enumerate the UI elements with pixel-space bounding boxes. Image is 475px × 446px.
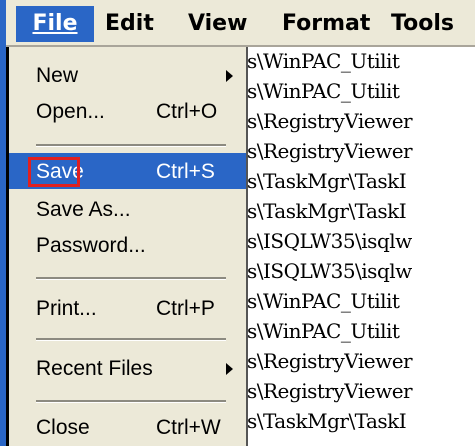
menu-item-save[interactable]: Save Ctrl+S xyxy=(9,153,246,189)
file-menu-dropdown: New Open... Ctrl+O Save Ctrl+S Save As..… xyxy=(6,47,248,446)
document-content[interactable]: s\WinPAC_Utilit s\WinPAC_Utilit s\Regist… xyxy=(247,47,475,446)
menu-view-label: View xyxy=(188,11,248,36)
menu-edit-label: Edit xyxy=(105,11,154,36)
menu-item-label: Save As... xyxy=(36,198,131,221)
menu-edit[interactable]: Edit xyxy=(105,9,154,39)
menu-item-password[interactable]: Password... xyxy=(9,227,246,263)
document-line: s\TaskMgr\TaskI xyxy=(247,169,407,193)
menu-item-shortcut: Ctrl+P xyxy=(156,297,215,320)
document-line: s\RegistryViewer xyxy=(247,139,413,163)
menu-separator xyxy=(36,338,226,341)
menu-bar: File Edit View Format Tools xyxy=(6,0,475,47)
document-line: s\WinPAC_Utilit xyxy=(247,319,400,343)
document-line: s\WinPAC_Utilit xyxy=(247,289,400,313)
menu-item-shortcut: Ctrl+W xyxy=(156,416,221,439)
menu-tools[interactable]: Tools xyxy=(391,9,454,39)
menu-item-label: Print... xyxy=(36,297,97,320)
document-line: s\RegistryViewer xyxy=(247,349,413,373)
menu-item-label: Close xyxy=(36,416,90,439)
document-line: s\WinPAC_Utilit xyxy=(247,79,400,103)
menu-item-open[interactable]: Open... Ctrl+O xyxy=(9,93,246,129)
menu-item-label: Password... xyxy=(36,234,146,257)
menu-item-new[interactable]: New xyxy=(9,57,246,93)
document-line: s\ISQLW35\isqlw xyxy=(247,259,412,283)
menu-separator xyxy=(36,400,226,403)
menu-tools-label: Tools xyxy=(391,11,454,36)
document-line: s\TaskMgr\TaskI xyxy=(247,199,407,223)
menu-item-shortcut: Ctrl+O xyxy=(156,100,218,123)
menu-item-print[interactable]: Print... Ctrl+P xyxy=(9,290,246,326)
document-line: s\RegistryViewer xyxy=(247,109,413,133)
menu-format[interactable]: Format xyxy=(282,9,370,39)
menu-item-shortcut: Ctrl+S xyxy=(156,160,215,183)
highlight-box xyxy=(28,157,80,187)
document-line: s\ISQLW35\isqlw xyxy=(247,229,412,253)
menu-separator xyxy=(36,277,226,280)
menu-file[interactable]: File xyxy=(16,6,94,42)
document-line: s\RegistryViewer xyxy=(247,379,413,403)
submenu-arrow-icon xyxy=(226,70,233,82)
menu-view[interactable]: View xyxy=(188,9,247,39)
menu-item-recent-files[interactable]: Recent Files xyxy=(9,350,246,386)
menu-item-label: Recent Files xyxy=(36,357,153,380)
menu-separator xyxy=(36,144,226,147)
menu-item-label: New xyxy=(36,64,79,87)
menu-file-label: File xyxy=(32,11,78,36)
submenu-arrow-icon xyxy=(226,363,233,375)
menu-item-close[interactable]: Close Ctrl+W xyxy=(9,409,246,445)
menu-item-label: Open... xyxy=(36,100,105,123)
document-line: s\TaskMgr\TaskI xyxy=(247,409,407,433)
menu-item-save-as[interactable]: Save As... xyxy=(9,191,246,227)
menu-format-label: Format xyxy=(282,11,371,36)
document-line: s\WinPAC_Utilit xyxy=(247,49,400,73)
